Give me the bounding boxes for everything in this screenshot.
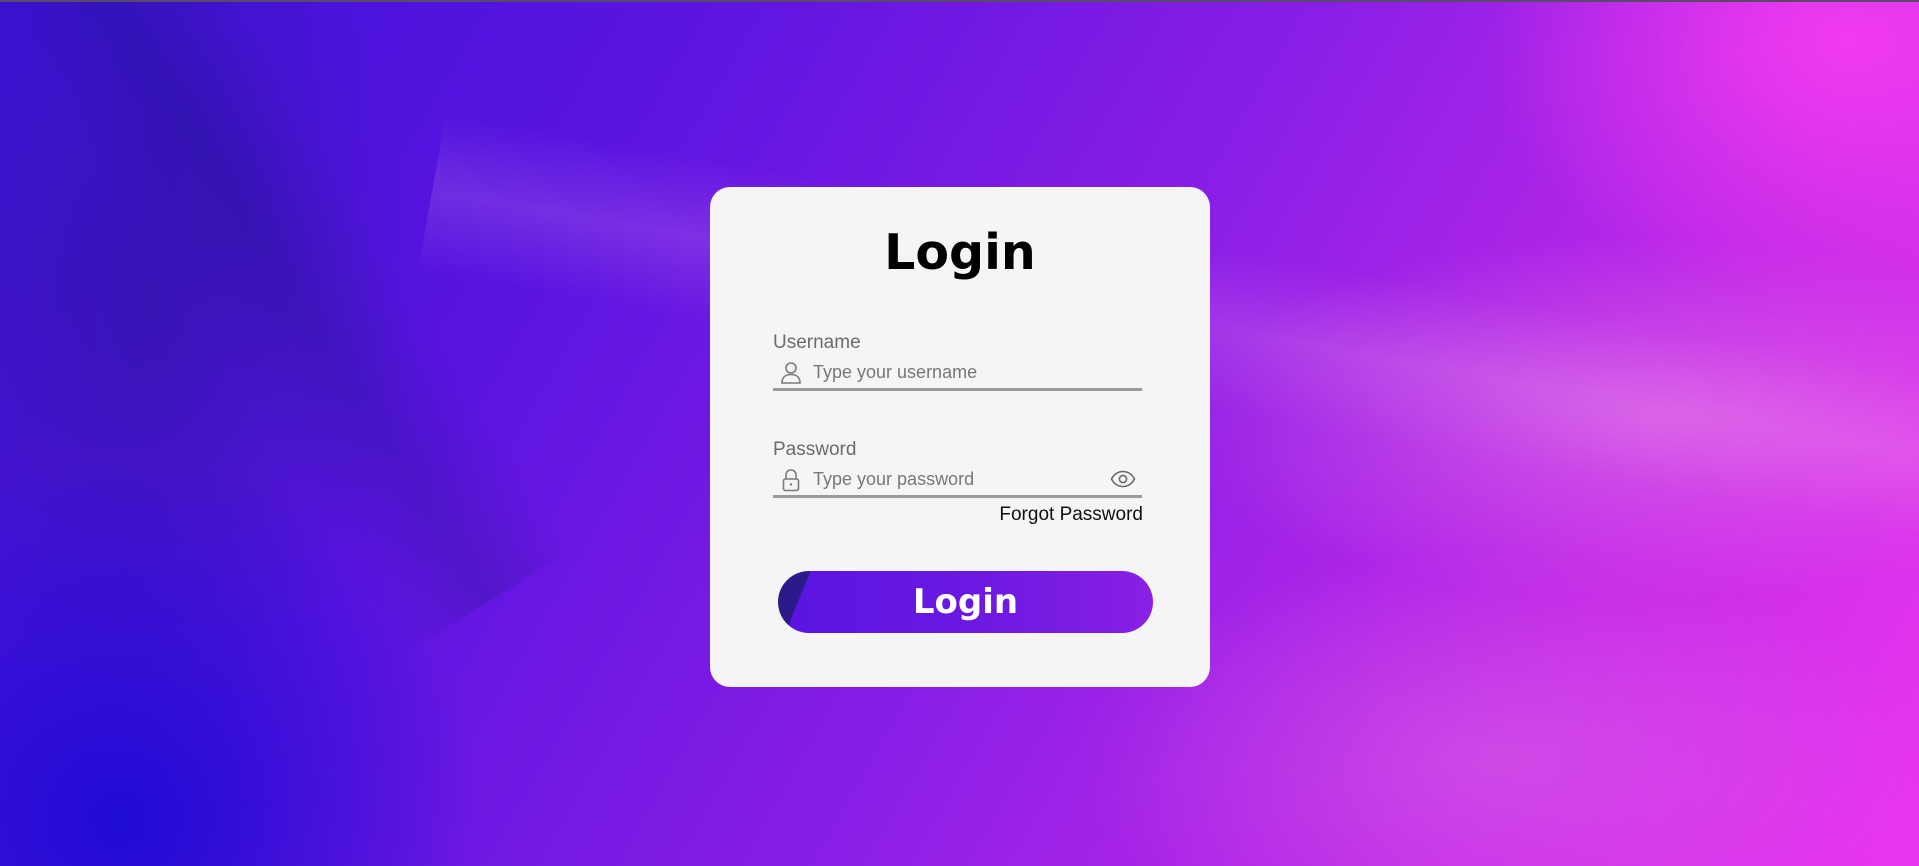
username-input[interactable] [813,359,1103,385]
forgot-password-link[interactable]: Forgot Password [999,504,1143,526]
user-icon [780,361,802,385]
eye-icon[interactable] [1110,469,1136,489]
username-label: Username [773,332,861,353]
lock-icon [780,468,802,492]
login-card: Login Username Password Forgot Pas [710,187,1210,687]
username-field[interactable] [773,357,1142,391]
background-shadow-band [0,0,574,655]
password-input[interactable] [813,466,1103,492]
login-title: Login [884,224,1036,281]
top-edge-line [0,0,1919,2]
password-field[interactable] [773,464,1142,498]
password-label: Password [773,439,857,460]
login-button[interactable]: Login [778,571,1153,633]
